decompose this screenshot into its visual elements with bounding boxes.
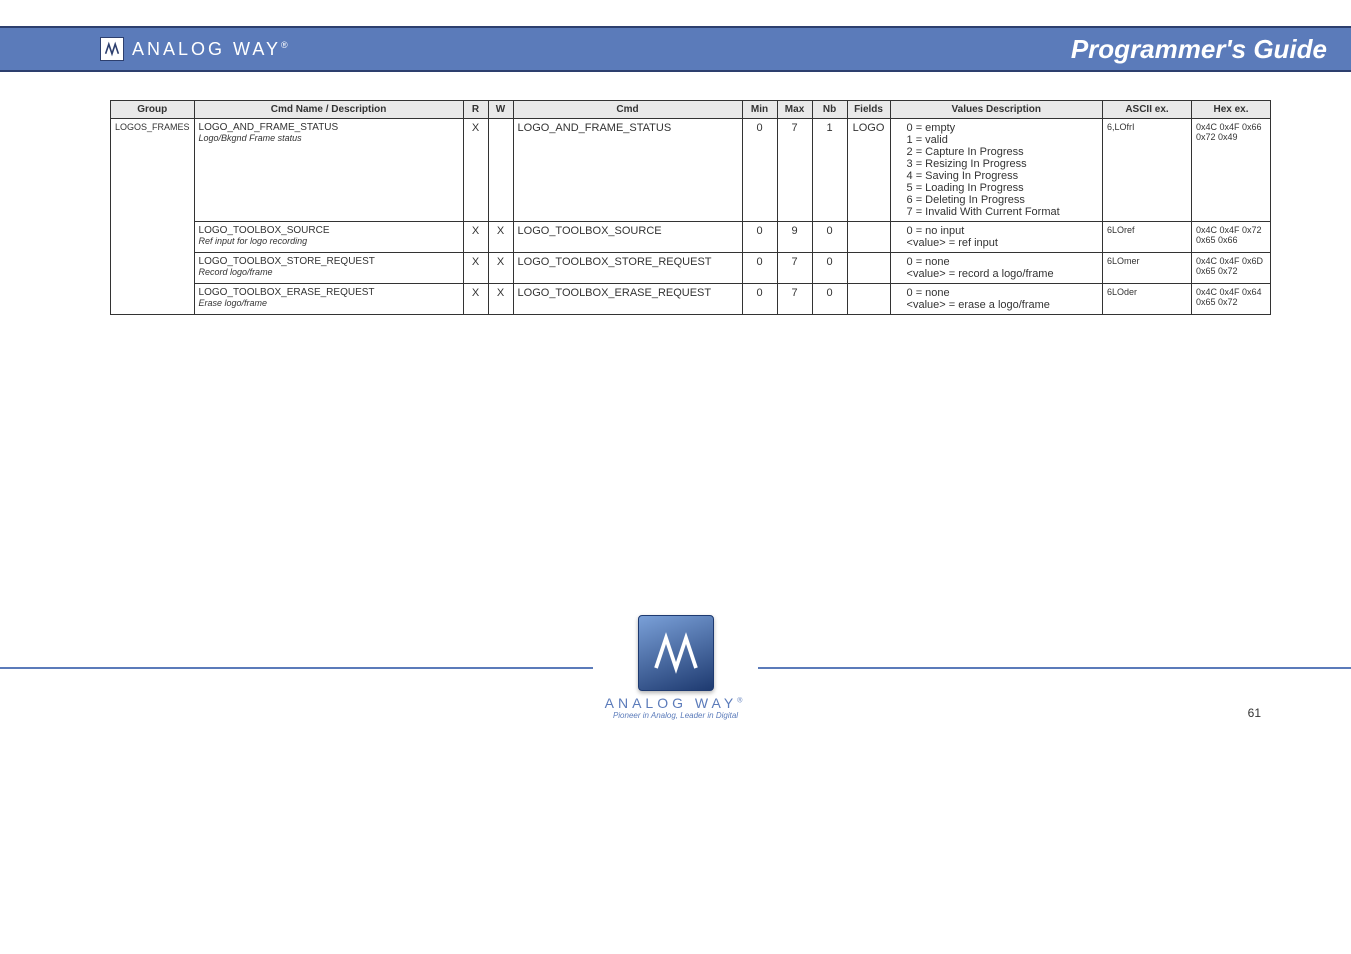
table-row: LOGO_TOOLBOX_STORE_REQUESTRecord logo/fr… <box>111 253 1271 284</box>
th-cmd: Cmd <box>513 101 742 119</box>
cell-desc: 0 = empty1 = valid2 = Capture In Progres… <box>890 119 1102 222</box>
th-hex: Hex ex. <box>1192 101 1271 119</box>
cell-ascii: 6LOder <box>1103 284 1192 315</box>
cell-nb: 1 <box>812 119 847 222</box>
content-area: Group Cmd Name / Description R W Cmd Min… <box>0 72 1351 315</box>
th-desc: Values Description <box>890 101 1102 119</box>
brand-logo-icon <box>100 37 124 61</box>
cell-fields <box>847 222 890 253</box>
cell-w: X <box>488 253 513 284</box>
th-min: Min <box>742 101 777 119</box>
cell-fields <box>847 284 890 315</box>
cell-nb: 0 <box>812 222 847 253</box>
footer-tagline: Pioneer in Analog, Leader in Digital <box>605 711 747 720</box>
cell-fields: LOGO <box>847 119 890 222</box>
brand-name: ANALOG WAY® <box>132 39 288 60</box>
table-row: LOGO_TOOLBOX_SOURCERef input for logo re… <box>111 222 1271 253</box>
cell-name: LOGO_TOOLBOX_ERASE_REQUESTErase logo/fra… <box>194 284 463 315</box>
cell-r: X <box>463 253 488 284</box>
th-ascii: ASCII ex. <box>1103 101 1192 119</box>
cell-desc: 0 = none<value> = erase a logo/frame <box>890 284 1102 315</box>
cell-name: LOGO_AND_FRAME_STATUSLogo/Bkgnd Frame st… <box>194 119 463 222</box>
cell-w <box>488 119 513 222</box>
cell-ascii: 6LOmer <box>1103 253 1192 284</box>
cell-ascii: 6,LOfrI <box>1103 119 1192 222</box>
footer-brand: ANALOG WAY® Pioneer in Analog, Leader in… <box>605 615 747 720</box>
cell-ascii: 6LOref <box>1103 222 1192 253</box>
th-nb: Nb <box>812 101 847 119</box>
cell-min: 0 <box>742 284 777 315</box>
footer-area: ANALOG WAY® Pioneer in Analog, Leader in… <box>0 615 1351 720</box>
table-row: LOGOS_FRAMESLOGO_AND_FRAME_STATUSLogo/Bk… <box>111 119 1271 222</box>
cell-hex: 0x4C 0x4F 0x66 0x72 0x49 <box>1192 119 1271 222</box>
cell-w: X <box>488 284 513 315</box>
cell-nb: 0 <box>812 253 847 284</box>
cell-hex: 0x4C 0x4F 0x64 0x65 0x72 <box>1192 284 1271 315</box>
page-title: Programmer's Guide <box>1071 34 1327 65</box>
table-header-row: Group Cmd Name / Description R W Cmd Min… <box>111 101 1271 119</box>
cell-hex: 0x4C 0x4F 0x72 0x65 0x66 <box>1192 222 1271 253</box>
cell-group: LOGOS_FRAMES <box>111 119 195 315</box>
cell-w: X <box>488 222 513 253</box>
table-row: LOGO_TOOLBOX_ERASE_REQUESTErase logo/fra… <box>111 284 1271 315</box>
cell-max: 7 <box>777 119 812 222</box>
footer-brand-name: ANALOG WAY® <box>605 695 747 711</box>
cell-name: LOGO_TOOLBOX_STORE_REQUESTRecord logo/fr… <box>194 253 463 284</box>
cell-max: 9 <box>777 222 812 253</box>
th-w: W <box>488 101 513 119</box>
cell-cmd: LOGO_TOOLBOX_ERASE_REQUEST <box>513 284 742 315</box>
cell-hex: 0x4C 0x4F 0x6D 0x65 0x72 <box>1192 253 1271 284</box>
footer-logo-icon <box>638 615 714 691</box>
cell-r: X <box>463 222 488 253</box>
cell-cmd: LOGO_TOOLBOX_STORE_REQUEST <box>513 253 742 284</box>
commands-table: Group Cmd Name / Description R W Cmd Min… <box>110 100 1271 315</box>
brand-block: ANALOG WAY® <box>100 37 288 61</box>
cell-fields <box>847 253 890 284</box>
cell-min: 0 <box>742 222 777 253</box>
cell-min: 0 <box>742 253 777 284</box>
footer-rule-left <box>0 667 593 669</box>
cell-min: 0 <box>742 119 777 222</box>
header-bar: ANALOG WAY® Programmer's Guide <box>0 26 1351 72</box>
th-group: Group <box>111 101 195 119</box>
cell-name: LOGO_TOOLBOX_SOURCERef input for logo re… <box>194 222 463 253</box>
cell-desc: 0 = no input<value> = ref input <box>890 222 1102 253</box>
th-name: Cmd Name / Description <box>194 101 463 119</box>
cell-max: 7 <box>777 284 812 315</box>
cell-r: X <box>463 119 488 222</box>
cell-desc: 0 = none<value> = record a logo/frame <box>890 253 1102 284</box>
footer-rule-right <box>758 667 1351 669</box>
th-max: Max <box>777 101 812 119</box>
cell-cmd: LOGO_TOOLBOX_SOURCE <box>513 222 742 253</box>
cell-r: X <box>463 284 488 315</box>
cell-nb: 0 <box>812 284 847 315</box>
th-fields: Fields <box>847 101 890 119</box>
th-r: R <box>463 101 488 119</box>
cell-cmd: LOGO_AND_FRAME_STATUS <box>513 119 742 222</box>
cell-max: 7 <box>777 253 812 284</box>
